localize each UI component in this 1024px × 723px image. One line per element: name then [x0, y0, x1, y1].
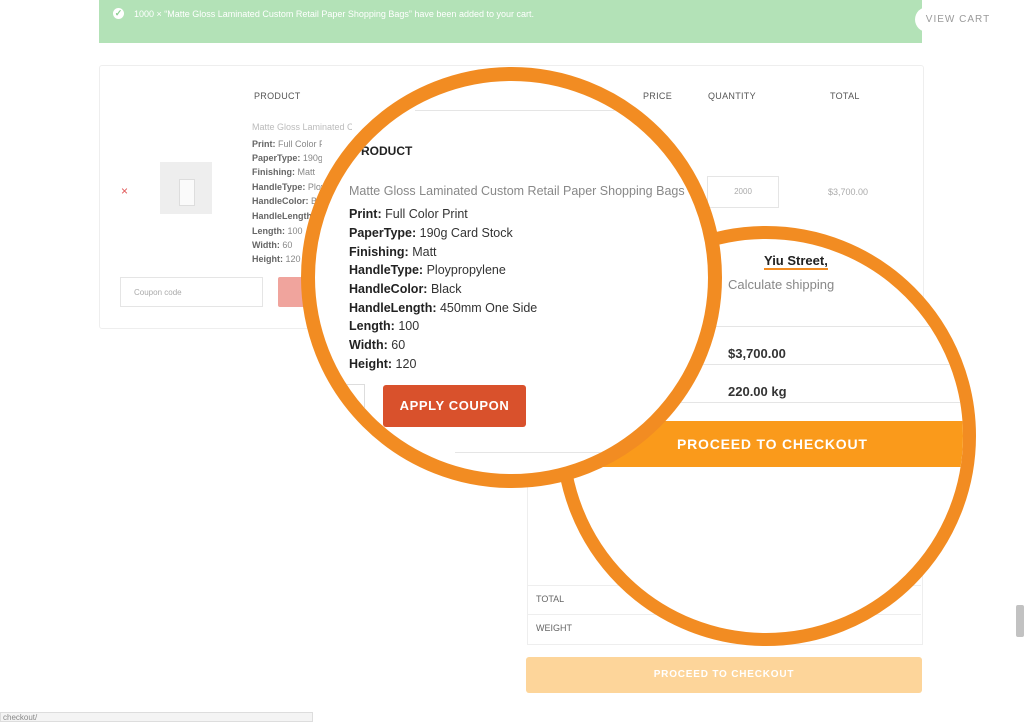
zoom-spec-finishing: Finishing: Matt — [349, 245, 437, 259]
scrollbar-thumb[interactable] — [1016, 605, 1024, 637]
zoom-spec-print: Print: Full Color Print — [349, 207, 468, 221]
header-product: PRODUCT — [254, 91, 301, 101]
spec-handletype: HandleType: Ploypropylene — [252, 182, 322, 192]
notice-message: 1000 × “Matte Gloss Laminated Custom Ret… — [134, 9, 534, 19]
remove-item-icon[interactable]: × — [121, 184, 128, 198]
checkmark-icon: ✓ — [113, 8, 124, 19]
zoom-spec-height: Height: 120 — [349, 357, 417, 371]
spec-finishing: Finishing: Matt — [252, 167, 316, 177]
coupon-code-input[interactable]: Coupon code — [120, 277, 263, 307]
zoom-product-header: PRODUCT — [353, 144, 413, 158]
calculate-shipping-link[interactable]: Calculate shipping — [728, 277, 834, 292]
line-total: $3,700.00 — [828, 187, 869, 197]
header-total: TOTAL — [830, 91, 860, 101]
quantity-input[interactable]: 2000 — [707, 176, 779, 208]
zoom-spec-papertype: PaperType: 190g Card Stock — [349, 226, 513, 240]
product-name-link[interactable]: Matte Gloss Laminated Custom Retail Pape… — [252, 122, 352, 132]
zoom-product-name[interactable]: Matte Gloss Laminated Custom Retail Pape… — [349, 184, 685, 198]
spec-papertype: PaperType: 190g Card Stock — [252, 153, 322, 163]
view-cart-button[interactable]: VIEW CART — [915, 7, 1001, 32]
zoom-spec-length: Length: 100 — [349, 319, 420, 333]
spec-handlecolor: HandleColor: Black — [252, 196, 322, 206]
zoom-magnifier-product: PRODUCT Matte Gloss Laminated Custom Ret… — [301, 67, 722, 488]
zoom-spec-handletype: HandleType: Ploypropylene — [349, 263, 506, 277]
zoom-spec-width: Width: 60 — [349, 338, 406, 352]
proceed-to-checkout-button[interactable]: PROCEED TO CHECKOUT — [526, 657, 922, 693]
zoom-coupon-input[interactable] — [337, 384, 365, 426]
apply-coupon-button[interactable]: APPLY COUPON — [383, 385, 526, 427]
zoom-spec-handlelength: HandleLength: 450mm One Side — [349, 301, 538, 315]
spec-print: Print: Full Color Print — [252, 139, 322, 149]
status-bar-url: checkout/ — [0, 712, 313, 722]
header-quantity: QUANTITY — [708, 91, 756, 101]
zoom-weight-value: 220.00 kg — [728, 384, 787, 399]
zoom-total-value: $3,700.00 — [728, 346, 786, 361]
product-thumbnail[interactable] — [160, 162, 212, 214]
zoom-spec-handlecolor: HandleColor: Black — [349, 282, 462, 296]
shipping-street: Yiu Street, — [764, 253, 828, 270]
cart-notice: ✓ 1000 × “Matte Gloss Laminated Custom R… — [99, 0, 1001, 43]
header-price: PRICE — [643, 91, 673, 101]
